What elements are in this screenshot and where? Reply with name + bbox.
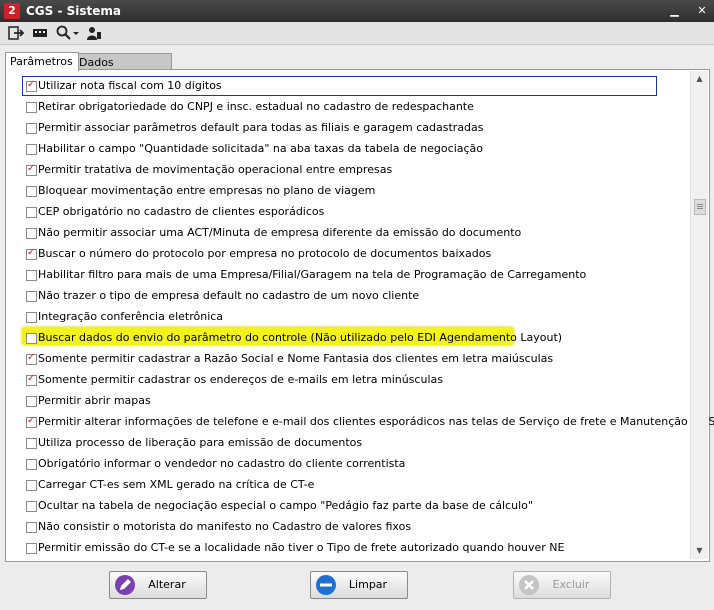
param-label: Habilitar filtro para mais de uma Empres… [38, 268, 587, 281]
param-row[interactable]: Habilitar filtro para mais de uma Empres… [20, 265, 690, 286]
main-window: 2 CGS - Sistema ▁ ✕ Parâmetros Dados ✓ U… [0, 0, 714, 610]
checkmark-icon: ✓ [27, 415, 36, 426]
param-checkbox[interactable] [26, 291, 37, 302]
param-row[interactable]: ✓ Somente permitir cadastrar a Razão Soci… [20, 349, 690, 370]
param-checkbox[interactable] [26, 480, 37, 491]
param-checkbox[interactable] [26, 438, 37, 449]
param-checkbox[interactable]: ✓ [26, 247, 37, 260]
param-row[interactable]: Bloquear movimentação entre empresas no … [20, 181, 690, 202]
param-label: Integração conferência eletrônica [38, 310, 224, 323]
param-label: Ocultar na tabela de negociação especial… [38, 499, 533, 512]
param-row[interactable]: ✓ Buscar o número do protocolo por empres… [20, 244, 690, 265]
param-checkbox[interactable]: ✓ [26, 352, 37, 365]
param-label: Permitir emissão do CT-e se a localidade… [38, 541, 565, 554]
param-label: Buscar dados do envio do parâmetro do co… [38, 331, 563, 344]
app-logo-icon: 2 [4, 3, 20, 19]
param-label: Somente permitir cadastrar a Razão Socia… [38, 352, 554, 365]
param-label: Retirar obrigatoriedade do CNPJ e insc. … [38, 100, 474, 113]
param-row[interactable]: Permitir associar parâmetros default par… [20, 118, 690, 139]
exit-icon[interactable] [8, 25, 24, 41]
param-label: Não consistir o motorista do manifesto n… [38, 520, 412, 533]
param-label: Não trazer o tipo de empresa default no … [38, 289, 420, 302]
title-bar: 2 CGS - Sistema ▁ ✕ [0, 0, 714, 22]
limpar-button[interactable]: Limpar [310, 571, 408, 599]
param-checkbox[interactable] [26, 270, 37, 281]
alterar-label: Alterar [148, 578, 186, 591]
param-label: Não permitir associar uma ACT/Minuta de … [38, 226, 522, 239]
param-checkbox[interactable] [26, 228, 37, 239]
param-row[interactable]: CEP obrigatório no cadastro de clientes … [20, 202, 690, 223]
param-row[interactable]: Permitir emissão do CT-e se a localidade… [20, 538, 690, 559]
param-checkbox[interactable] [26, 459, 37, 470]
param-row[interactable]: Utiliza processo de liberação para emiss… [20, 433, 690, 454]
param-label: Permitir tratativa de movimentação opera… [38, 163, 393, 176]
param-label: Obrigatório informar o vendedor no cadas… [38, 457, 406, 470]
checkmark-icon: ✓ [27, 352, 36, 363]
param-row[interactable]: ✓ Somente permitir cadastrar os endereços… [20, 370, 690, 391]
param-checkbox[interactable] [26, 207, 37, 218]
param-checkbox[interactable] [26, 123, 37, 134]
param-row[interactable]: Ocultar na tabela de negociação especial… [20, 496, 690, 517]
param-label: Carregar CT-es sem XML gerado na crítica… [38, 478, 315, 491]
param-row[interactable]: Não trazer o tipo de empresa default no … [20, 286, 690, 307]
param-checkbox[interactable]: ✓ [26, 163, 37, 176]
minimize-icon[interactable]: ▁ [667, 3, 683, 19]
alterar-button[interactable]: Alterar [109, 571, 207, 599]
param-label: Utilizar nota fiscal com 10 digitos [38, 79, 222, 92]
close-icon[interactable]: ✕ [694, 3, 710, 19]
user-icon[interactable] [86, 25, 102, 41]
param-checkbox[interactable]: ✓ [26, 79, 37, 92]
param-checkbox[interactable]: ✓ [26, 373, 37, 386]
excluir-label: Excluir [552, 578, 590, 591]
checkmark-icon: ✓ [27, 247, 36, 258]
param-row[interactable]: Permitir abrir mapas [20, 391, 690, 412]
tab-parametros[interactable]: Parâmetros [5, 52, 79, 71]
scroll-down-icon[interactable]: ▼ [691, 543, 708, 559]
chevron-down-icon[interactable] [72, 25, 80, 41]
param-row[interactable]: Retirar obrigatoriedade do CNPJ e insc. … [20, 97, 690, 118]
param-row[interactable]: Não permitir associar uma ACT/Minuta de … [20, 223, 690, 244]
param-label: Permitir associar parâmetros default par… [38, 121, 484, 134]
param-label: Somente permitir cadastrar os endereços … [38, 373, 443, 386]
param-label: Permitir abrir mapas [38, 394, 151, 407]
scroll-up-icon[interactable]: ▲ [691, 71, 708, 87]
param-checkbox[interactable] [26, 312, 37, 323]
param-checkbox[interactable] [26, 501, 37, 512]
checkmark-icon: ✓ [27, 373, 36, 384]
param-checkbox[interactable]: ✓ [26, 415, 37, 428]
checkmark-icon: ✓ [27, 79, 36, 90]
param-row[interactable]: Obrigatório informar o vendedor no cadas… [20, 454, 690, 475]
param-label: Bloquear movimentação entre empresas no … [38, 184, 376, 197]
window-title: CGS - Sistema [26, 4, 122, 18]
param-label: Utiliza processo de liberação para emiss… [38, 436, 363, 449]
keyboard-icon[interactable] [32, 25, 48, 41]
parameters-panel: ✓ Utilizar nota fiscal com 10 digitos Reti… [5, 69, 714, 562]
param-row[interactable]: ✓ Utilizar nota fiscal com 10 digitos [20, 76, 690, 97]
param-row[interactable]: ✓ Permitir tratativa de movimentação oper… [20, 160, 690, 181]
limpar-label: Limpar [348, 578, 388, 591]
param-checkbox[interactable] [26, 144, 37, 155]
vertical-scrollbar[interactable]: ▲ ▼ [690, 71, 708, 559]
param-checkbox[interactable] [26, 396, 37, 407]
param-row[interactable]: Integração conferência eletrônica [20, 307, 690, 328]
scroll-thumb[interactable] [694, 199, 706, 215]
param-checkbox[interactable] [26, 543, 37, 554]
param-label: CEP obrigatório no cadastro de clientes … [38, 205, 325, 218]
param-row[interactable]: Buscar dados do envio do parâmetro do co… [20, 328, 690, 349]
checkmark-icon: ✓ [27, 163, 36, 174]
param-checkbox[interactable] [26, 522, 37, 533]
excluir-button[interactable]: Excluir [513, 571, 611, 599]
param-label: Permitir alterar informações de telefone… [38, 415, 714, 428]
param-row[interactable]: Carregar CT-es sem XML gerado na crítica… [20, 475, 690, 496]
param-checkbox[interactable] [26, 102, 37, 113]
param-row[interactable]: Não consistir o motorista do manifesto n… [20, 517, 690, 538]
search-icon[interactable] [56, 25, 72, 41]
param-label: Habilitar o campo "Quantidade solicitada… [38, 142, 484, 155]
param-row[interactable]: ✓ Permitir alterar informações de telefon… [20, 412, 714, 433]
param-checkbox[interactable] [26, 186, 37, 197]
param-label: Buscar o número do protocolo por empresa… [38, 247, 492, 260]
param-checkbox[interactable] [26, 333, 37, 344]
toolbar [0, 22, 714, 45]
param-row[interactable]: Habilitar o campo "Quantidade solicitada… [20, 139, 690, 160]
